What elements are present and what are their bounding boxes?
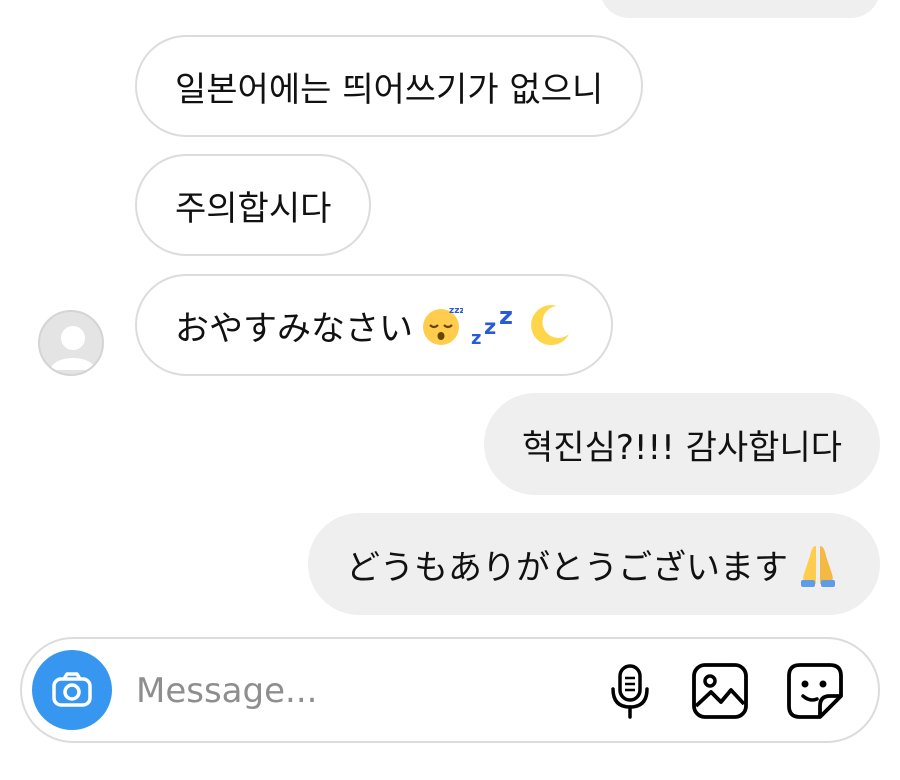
message-text: 주의합시다 — [175, 188, 332, 229]
message-composer — [20, 637, 880, 743]
sleeping-face-emoji: zzz — [419, 303, 463, 347]
chat-thread: 일본어에는 띄어쓰기가 없으니 주의합시다 おやすみなさい zzz z z z — [0, 0, 900, 780]
svg-text:z: z — [499, 302, 513, 330]
message-input[interactable] — [134, 661, 578, 721]
svg-text:z: z — [471, 328, 481, 348]
svg-text:z: z — [484, 315, 496, 339]
microphone-button[interactable] — [600, 661, 660, 721]
message-text: 일본어에는 띄어쓰기가 없으니 — [175, 69, 604, 110]
message-bubble-outgoing[interactable]: どうもありがとうございます — [308, 513, 880, 615]
message-bubble-incoming[interactable]: 일본어에는 띄어쓰기가 없으니 — [135, 35, 644, 137]
message-bubble-partial[interactable] — [600, 0, 880, 18]
default-avatar-icon — [50, 326, 96, 370]
sticker-icon — [787, 663, 843, 719]
crescent-moon-emoji — [527, 302, 573, 348]
sticker-button[interactable] — [785, 661, 845, 721]
message-text: おやすみなさい — [175, 308, 413, 349]
avatar[interactable] — [38, 310, 104, 376]
camera-icon — [52, 672, 92, 707]
folded-hands-emoji — [794, 540, 842, 588]
message-text: どうもありがとうございます — [346, 547, 788, 588]
message-text: 혁진심?!!! 감사합니다 — [522, 427, 842, 468]
svg-text:zzz: zzz — [449, 306, 463, 316]
message-bubble-outgoing[interactable]: 혁진심?!!! 감사합니다 — [484, 393, 880, 495]
message-bubble-incoming[interactable]: 주의합시다 — [135, 154, 372, 256]
gallery-button[interactable] — [690, 661, 750, 721]
camera-button[interactable] — [32, 650, 112, 730]
zzz-emoji: z z z — [469, 302, 521, 348]
microphone-icon — [611, 664, 649, 719]
gallery-icon — [692, 663, 748, 719]
message-bubble-incoming[interactable]: おやすみなさい zzz z z z — [135, 274, 613, 376]
